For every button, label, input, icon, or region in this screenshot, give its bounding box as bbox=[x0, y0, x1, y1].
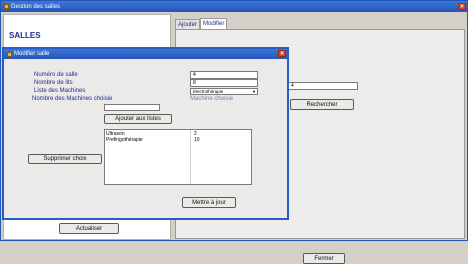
machine-list-label: Liste des Machines bbox=[34, 88, 86, 94]
machines-list[interactable]: Ultrason Prefingothérapie 2 10 bbox=[104, 129, 252, 185]
main-titlebar: Gestion des salles bbox=[1, 1, 467, 12]
main-close-button[interactable]: × bbox=[458, 3, 466, 10]
machine-select[interactable]: Electrothérapie ▼ bbox=[190, 88, 258, 95]
search-input[interactable]: 4 bbox=[288, 82, 358, 90]
remove-choice-button[interactable]: Supprimer choix bbox=[28, 154, 102, 164]
update-button[interactable]: Mettre à jour bbox=[182, 197, 236, 208]
close-icon: × bbox=[460, 3, 464, 10]
main-window-title: Gestion des salles bbox=[11, 3, 61, 10]
room-number-field[interactable]: 4 bbox=[190, 71, 258, 79]
fermer-button-label: Fermer bbox=[314, 255, 334, 262]
tab-modifier[interactable]: Modifier bbox=[200, 18, 228, 29]
list-item[interactable]: 10 bbox=[194, 137, 250, 143]
tab-modifier-label: Modifier bbox=[203, 21, 225, 27]
dialog-icon bbox=[7, 51, 12, 57]
machine-chosen-label: Machine choisie bbox=[190, 96, 234, 102]
tab-strip: Ajouter Modifier bbox=[175, 18, 228, 29]
add-to-lists-label: Ajouter aux listes bbox=[115, 116, 161, 122]
dialog-titlebar: Modifier salle bbox=[4, 49, 287, 59]
modify-dialog: Modifier salle × Numéro de salle Nombre … bbox=[2, 47, 289, 220]
update-button-label: Mettre à jour bbox=[192, 199, 226, 206]
close-icon: × bbox=[280, 50, 284, 57]
machine-count-label: Nombre des Machines choisie bbox=[32, 96, 113, 102]
search-button-label: Rechercher bbox=[306, 101, 338, 108]
machine-count-field[interactable] bbox=[104, 104, 160, 111]
app-icon bbox=[4, 4, 9, 9]
dialog-body: Numéro de salle Nombre de lits Liste des… bbox=[4, 59, 287, 218]
chevron-down-icon: ▼ bbox=[252, 89, 256, 94]
dialog-close-button[interactable]: × bbox=[278, 50, 286, 57]
dialog-title: Modifier salle bbox=[14, 51, 50, 57]
room-number-label: Numéro de salle bbox=[34, 72, 78, 78]
remove-choice-label: Supprimer choix bbox=[43, 156, 87, 162]
count-column: 2 10 bbox=[193, 130, 251, 184]
search-input-value: 4 bbox=[291, 83, 294, 89]
list-item[interactable]: Prefingothérapie bbox=[106, 137, 189, 143]
fermer-button[interactable]: Fermer bbox=[303, 253, 345, 264]
actualiser-button-label: Actualiser bbox=[75, 225, 103, 232]
machine-column: Ultrason Prefingothérapie bbox=[105, 130, 191, 184]
actualiser-button[interactable]: Actualiser bbox=[59, 223, 119, 234]
room-number-value: 4 bbox=[193, 72, 196, 78]
search-button[interactable]: Rechercher bbox=[290, 99, 354, 110]
tab-ajouter-label: Ajouter bbox=[178, 21, 198, 28]
page-title: SALLES bbox=[9, 31, 41, 40]
tab-ajouter[interactable]: Ajouter bbox=[175, 19, 201, 29]
add-to-lists-button[interactable]: Ajouter aux listes bbox=[104, 114, 172, 124]
bed-count-field[interactable]: 8 bbox=[190, 79, 258, 87]
machine-select-value: Electrothérapie bbox=[193, 89, 224, 94]
bed-count-label: Nombre de lits bbox=[34, 80, 73, 86]
bed-count-value: 8 bbox=[193, 80, 196, 86]
